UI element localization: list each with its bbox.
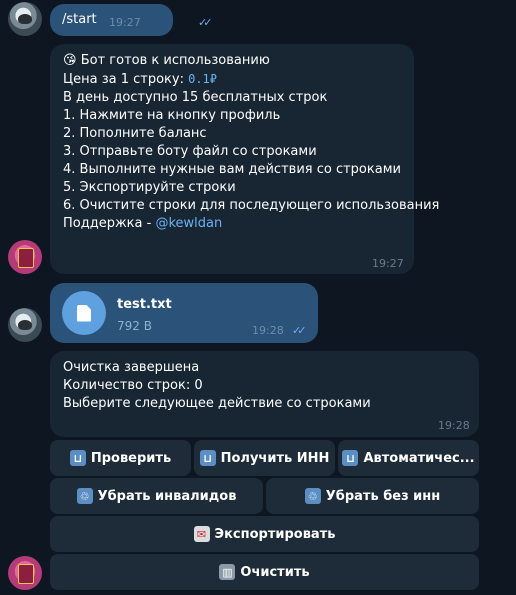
link-icon: ⊔ xyxy=(342,450,359,466)
message-cleanup[interactable]: Очистка завершена Количество строк: 0 Вы… xyxy=(50,351,479,437)
emoji-icon: 😘 xyxy=(63,53,77,68)
envelope-icon: ✉ xyxy=(193,526,210,542)
welcome-line-8: 5. Экспортируйте строки xyxy=(63,180,236,195)
message-welcome[interactable]: 😘 Бот готов к использованию Цена за 1 ст… xyxy=(50,44,439,274)
message-text: /start xyxy=(62,12,97,27)
file-icon[interactable] xyxy=(62,291,106,335)
support-link[interactable]: @kewldan xyxy=(155,216,222,231)
welcome-line-2: В день доступно 15 бесплатных строк xyxy=(63,90,328,105)
user-avatar[interactable] xyxy=(8,308,42,342)
welcome-line-6: 3. Отправьте боту файл со строками xyxy=(63,144,317,159)
check-label: Проверить xyxy=(90,450,172,466)
price-code[interactable]: 0.1₽ xyxy=(188,72,217,86)
welcome-line-7: 4. Выполните нужные вам действия со стро… xyxy=(63,162,401,177)
file-size: 792 B xyxy=(117,319,152,333)
read-checks-icon: ✓✓ xyxy=(292,324,307,337)
file-name: test.txt xyxy=(117,297,172,312)
welcome-line-9: 6. Очистите строки для последующего испо… xyxy=(63,198,440,213)
welcome-line-11: Поддержка - @kewldan xyxy=(63,216,223,231)
trash-icon: ♲ xyxy=(76,488,93,504)
welcome-line-1: Цена за 1 строку: 0.1₽ xyxy=(63,72,217,87)
check-button[interactable]: ⊔ Проверить xyxy=(50,440,191,476)
link-icon: ⊔ xyxy=(69,450,86,466)
message-time: 19:28 xyxy=(438,419,470,432)
remove-invalid-button[interactable]: ♲ Убрать инвалидов xyxy=(50,478,263,514)
message-time: 19:28 xyxy=(252,324,284,337)
welcome-line-5: 2. Пополните баланс xyxy=(63,126,207,141)
bot-avatar[interactable] xyxy=(8,556,42,590)
welcome-line-0: 😘 Бот готов к использованию xyxy=(63,53,270,68)
clear-button[interactable]: ▥ Очистить xyxy=(50,554,479,590)
export-button[interactable]: ✉ Экспортировать xyxy=(50,516,479,552)
cleanup-line-2: Количество строк: 0 xyxy=(63,378,203,393)
clear-label: Очистить xyxy=(240,564,310,580)
get-inn-button[interactable]: ⊔ Получить ИНН xyxy=(194,440,335,476)
auto-button[interactable]: ⊔ Автоматичес... xyxy=(338,440,479,476)
link-icon: ⊔ xyxy=(199,450,216,466)
message-start[interactable]: /start 19:27 ✓✓ xyxy=(50,4,213,36)
export-label: Экспортировать xyxy=(214,526,336,542)
read-checks-icon: ✓✓ xyxy=(198,16,213,29)
remove-no-inn-label: Убрать без инн xyxy=(325,488,441,504)
auto-label: Автоматичес... xyxy=(363,450,475,466)
remove-no-inn-button[interactable]: ♲ Убрать без инн xyxy=(266,478,479,514)
message-time: 19:27 xyxy=(372,257,404,270)
cleanup-line-3: Выберите следующее действие со строками xyxy=(63,396,371,411)
message-file[interactable]: test.txt 792 B 19:28 ✓✓ xyxy=(50,283,318,343)
trash-icon: ♲ xyxy=(304,488,321,504)
message-time: 19:27 xyxy=(109,16,141,29)
user-avatar[interactable] xyxy=(8,2,42,36)
cleanup-line-0: Очистка завершена xyxy=(63,360,200,375)
bot-avatar[interactable] xyxy=(8,240,42,274)
welcome-line-4: 1. Нажмите на кнопку профиль xyxy=(63,108,281,123)
trash-bin-icon: ▥ xyxy=(219,564,236,580)
remove-invalid-label: Убрать инвалидов xyxy=(97,488,237,504)
get-inn-label: Получить ИНН xyxy=(220,450,330,466)
